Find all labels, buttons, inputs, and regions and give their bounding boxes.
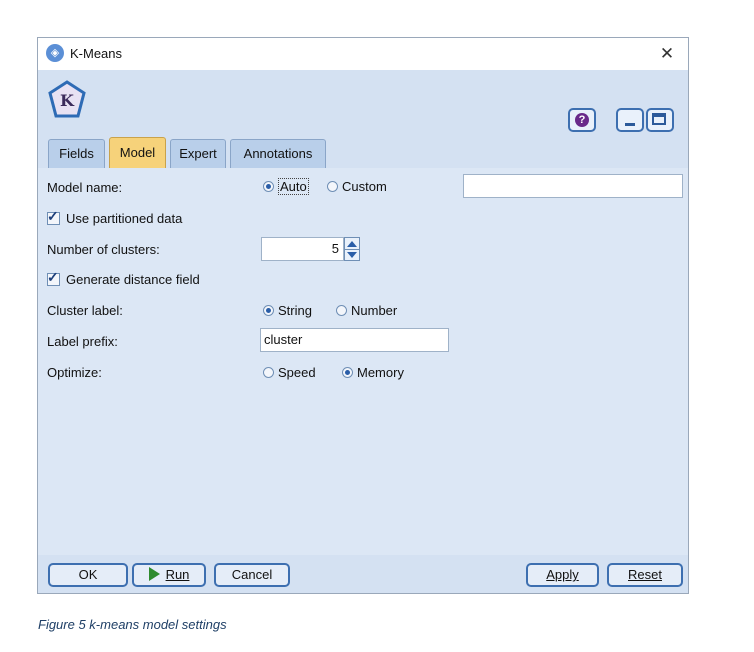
label-prefix-input[interactable]: cluster — [260, 328, 449, 352]
optimize-memory-label: Memory — [357, 365, 404, 380]
title-bar: ◈ K-Means ✕ — [38, 38, 688, 70]
generate-distance-checkbox[interactable]: ✓ — [47, 269, 60, 286]
run-button[interactable]: Run — [132, 563, 206, 587]
cluster-label-number-label: Number — [351, 303, 398, 318]
stepper-divider — [345, 249, 359, 250]
cluster-label-number-option[interactable]: Number — [336, 303, 397, 318]
stepper-down-icon[interactable] — [347, 252, 357, 258]
clusters-stepper[interactable] — [344, 237, 360, 261]
dialog-header: K ? Fields Model Expert Annotations — [38, 70, 688, 178]
cluster-label-label: Cluster label: — [47, 303, 123, 318]
cluster-label-number-radio[interactable] — [336, 305, 347, 316]
optimize-memory-radio[interactable] — [342, 367, 353, 378]
model-name-custom-label: Custom — [342, 179, 387, 194]
app-icon: ◈ — [46, 44, 64, 62]
button-bar: OK Run Cancel Apply Reset — [38, 555, 688, 593]
figure-caption: Figure 5 k-means model settings — [38, 617, 227, 632]
checkmark-icon: ✓ — [47, 269, 59, 285]
tab-model[interactable]: Model — [109, 137, 166, 168]
kmeans-node-icon: K — [48, 80, 86, 118]
use-partitioned-label: Use partitioned data — [66, 211, 183, 226]
label-prefix-label: Label prefix: — [47, 334, 118, 349]
help-icon: ? — [575, 113, 589, 127]
tab-fields[interactable]: Fields — [48, 139, 105, 168]
model-name-auto-option[interactable]: Auto — [263, 178, 309, 195]
help-button[interactable]: ? — [568, 108, 596, 132]
close-icon[interactable]: ✕ — [656, 43, 678, 65]
logo-letter: K — [60, 91, 75, 110]
clusters-input[interactable]: 5 — [261, 237, 344, 261]
model-name-auto-radio[interactable] — [263, 181, 274, 192]
optimize-speed-option[interactable]: Speed — [263, 365, 316, 380]
apply-button[interactable]: Apply — [526, 563, 599, 587]
model-settings-panel: Model name: Auto Custom ✓ Use partitione… — [38, 168, 688, 555]
use-partitioned-checkbox[interactable]: ✓ — [47, 208, 60, 225]
window-title: K-Means — [70, 46, 123, 61]
checkmark-icon: ✓ — [47, 208, 59, 224]
optimize-speed-label: Speed — [278, 365, 316, 380]
maximize-button[interactable] — [646, 108, 674, 132]
optimize-label: Optimize: — [47, 365, 102, 380]
minimize-button[interactable] — [616, 108, 644, 132]
optimize-memory-option[interactable]: Memory — [342, 365, 404, 380]
model-name-custom-radio[interactable] — [327, 181, 338, 192]
tab-annotations[interactable]: Annotations — [230, 139, 326, 168]
cluster-label-string-option[interactable]: String — [263, 303, 312, 318]
minimize-icon — [625, 123, 635, 126]
model-name-label: Model name: — [47, 180, 123, 195]
cancel-button[interactable]: Cancel — [214, 563, 290, 587]
maximize-icon — [652, 113, 666, 125]
model-name-custom-option[interactable]: Custom — [327, 179, 387, 194]
play-icon — [148, 567, 160, 581]
kmeans-dialog: ◈ K-Means ✕ K ? Fields Model Expert Anno… — [37, 37, 689, 594]
reset-button[interactable]: Reset — [607, 563, 683, 587]
cluster-label-string-label: String — [278, 303, 312, 318]
run-label: Run — [165, 567, 190, 582]
stepper-up-icon[interactable] — [347, 241, 357, 247]
clusters-label: Number of clusters: — [47, 242, 160, 257]
generate-distance-label: Generate distance field — [66, 272, 200, 287]
optimize-speed-radio[interactable] — [263, 367, 274, 378]
model-name-auto-label: Auto — [278, 178, 309, 195]
cluster-label-string-radio[interactable] — [263, 305, 274, 316]
custom-model-name-field[interactable] — [463, 174, 683, 198]
ok-button[interactable]: OK — [48, 563, 128, 587]
tab-expert[interactable]: Expert — [170, 139, 226, 168]
